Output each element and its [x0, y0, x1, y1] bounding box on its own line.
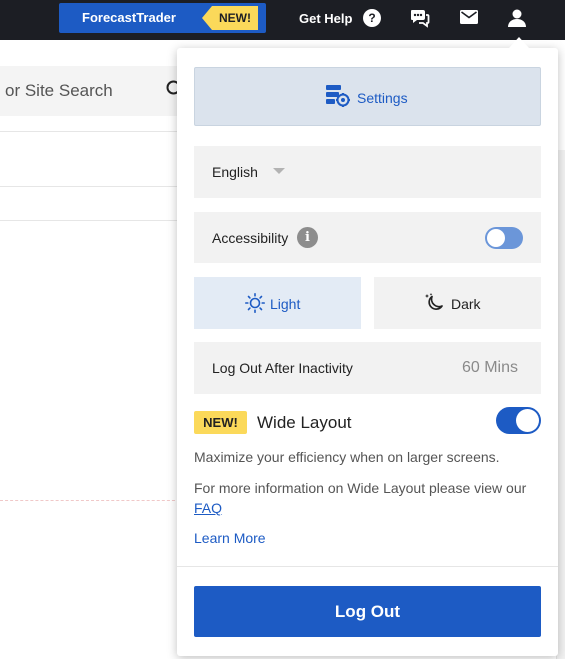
- info-icon[interactable]: i: [297, 227, 318, 248]
- forecast-trader-badge-label: NEW!: [219, 11, 251, 25]
- logout-inactivity-label: Log Out After Inactivity: [212, 360, 353, 376]
- mail-icon[interactable]: [460, 10, 478, 24]
- logout-inactivity-value: 60 Mins: [461, 359, 518, 376]
- theme-light-button[interactable]: Light: [194, 277, 361, 329]
- moon-icon: [425, 293, 443, 310]
- accessibility-label: Accessibility: [212, 230, 289, 246]
- user-icon[interactable]: [507, 8, 527, 28]
- wide-layout-info-text: For more information on Wide Layout plea…: [194, 478, 534, 518]
- language-select[interactable]: English: [194, 146, 541, 198]
- theme-dark-button[interactable]: Dark: [374, 277, 541, 329]
- settings-label: Settings: [357, 90, 408, 106]
- sun-icon: [245, 293, 265, 313]
- theme-dark-label: Dark: [451, 296, 481, 312]
- wide-layout-new-badge: NEW!: [194, 411, 247, 434]
- chevron-down-icon: [273, 168, 285, 174]
- panel-divider: [177, 566, 558, 567]
- help-question-icon[interactable]: ?: [363, 9, 381, 27]
- settings-button[interactable]: Settings: [194, 67, 541, 126]
- background-divider: [0, 186, 180, 187]
- wide-layout-title: Wide Layout: [257, 413, 352, 432]
- forecast-trader-new-badge: NEW!: [202, 6, 258, 30]
- toggle-knob: [516, 409, 539, 432]
- accessibility-row: Accessibility i: [194, 212, 541, 263]
- wide-layout-description: Maximize your efficiency when on larger …: [194, 449, 500, 465]
- log-out-button[interactable]: Log Out: [194, 586, 541, 637]
- faq-link[interactable]: FAQ: [194, 500, 222, 516]
- get-help-link[interactable]: Get Help: [299, 11, 352, 26]
- dropdown-caret: [509, 37, 529, 48]
- toggle-knob: [487, 229, 505, 247]
- wide-layout-toggle[interactable]: [496, 407, 541, 434]
- logout-inactivity-select[interactable]: Log Out After Inactivity 60 Mins: [194, 342, 541, 394]
- theme-light-label: Light: [270, 296, 301, 312]
- top-navigation-bar: ForecastTrader NEW! Get Help ?: [0, 0, 565, 40]
- background-divider: [0, 131, 180, 132]
- forecast-trader-button[interactable]: ForecastTrader NEW!: [59, 3, 266, 33]
- chat-icon[interactable]: [410, 8, 430, 28]
- wide-layout-info-prefix: For more information on Wide Layout plea…: [194, 480, 527, 496]
- learn-more-link[interactable]: Learn More: [194, 530, 266, 546]
- language-value: English: [212, 164, 258, 180]
- background-divider: [0, 220, 180, 221]
- accessibility-toggle[interactable]: [485, 227, 523, 249]
- background-dashed-divider: [0, 500, 180, 501]
- settings-gear-icon: [326, 85, 350, 107]
- forecast-trader-label: ForecastTrader: [82, 10, 176, 25]
- site-search-placeholder: or Site Search: [5, 81, 113, 100]
